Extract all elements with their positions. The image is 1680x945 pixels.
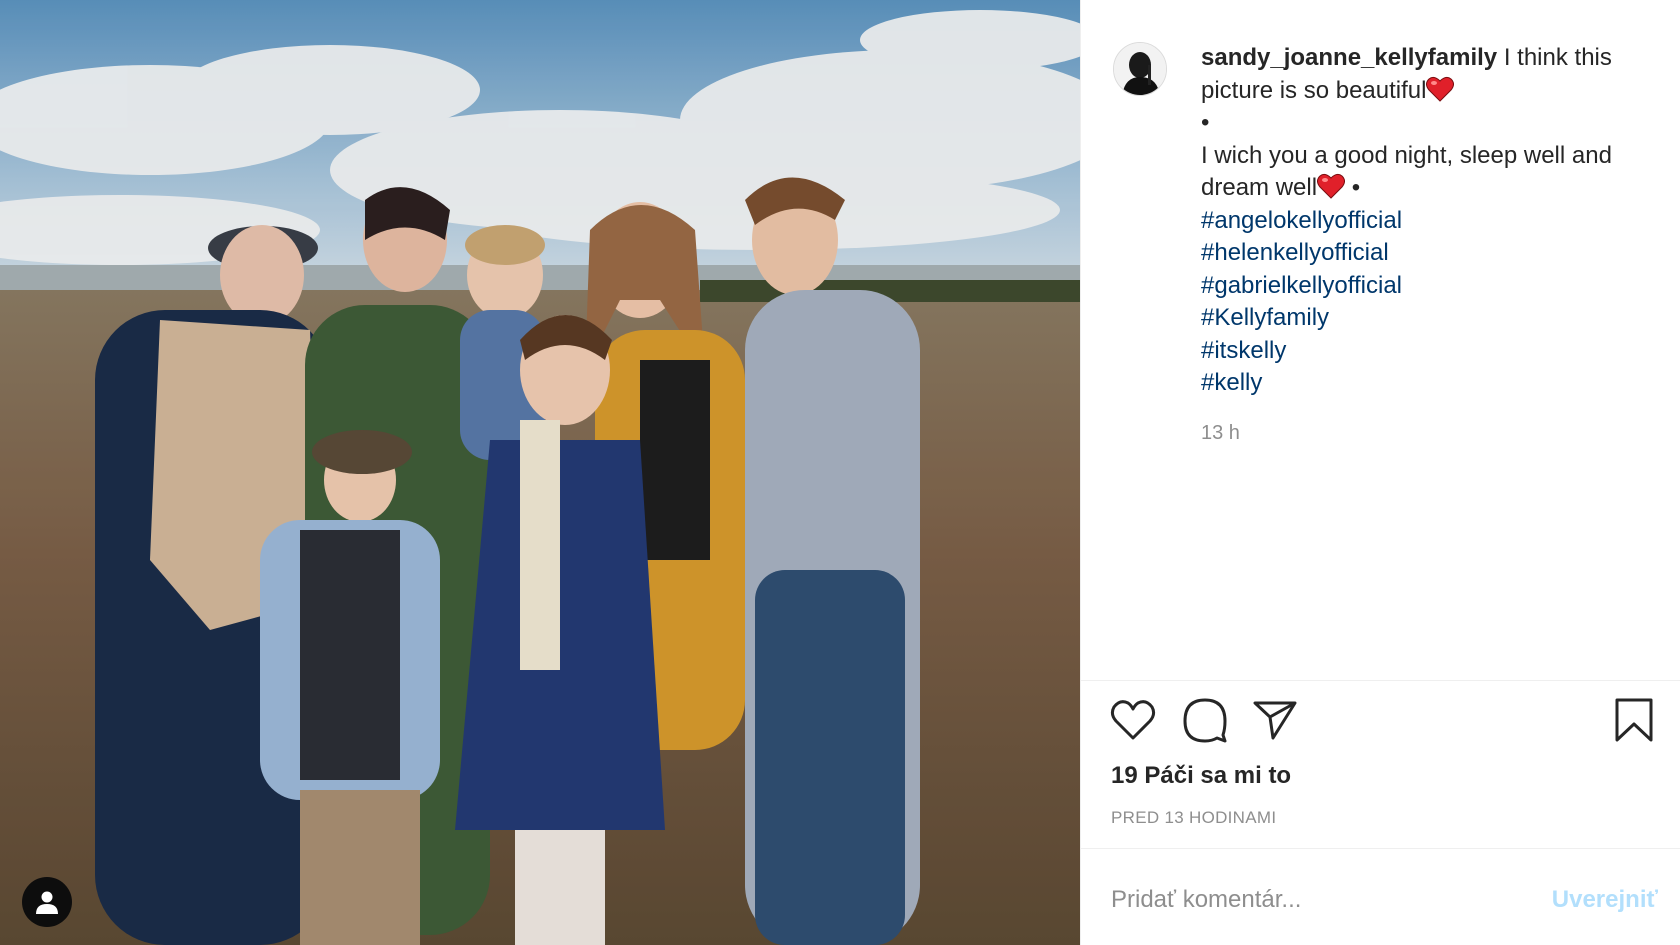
person-icon [36, 891, 58, 914]
heart-outline-icon [1110, 700, 1156, 740]
action-bar [1109, 696, 1658, 746]
paper-plane-icon [1253, 701, 1297, 740]
family-photo [0, 0, 1080, 945]
likes-count[interactable]: 19 Páči sa mi to [1111, 762, 1291, 790]
caption-username[interactable]: sandy_joanne_kellyfamily [1201, 44, 1497, 71]
caption-bullet: • [1201, 109, 1210, 136]
hashtag-link[interactable]: #Kellyfamily [1201, 302, 1621, 335]
instagram-post: sandy_joanne_kellyfamily I think this pi… [0, 0, 1680, 945]
caption-timestamp[interactable]: 13 h [1201, 422, 1240, 445]
comment-form: Uverejniť [1111, 880, 1658, 920]
heart-emoji-icon [1317, 173, 1346, 199]
tagged-users-button[interactable] [22, 877, 72, 927]
post-comment-button[interactable]: Uverejniť [1552, 886, 1658, 914]
heart-emoji-icon [1426, 76, 1455, 102]
caption-line-2-suffix: • [1345, 174, 1361, 201]
caption-line-2: I wich you a good night, sleep well and … [1201, 141, 1612, 202]
comment-bubble-icon [1183, 698, 1227, 743]
post-date: PRED 13 HODINAMI [1111, 808, 1277, 827]
comment-button[interactable] [1181, 696, 1229, 744]
hashtag-link[interactable]: #helenkellyofficial [1201, 237, 1621, 270]
hashtag-link[interactable]: #kelly [1201, 367, 1621, 400]
like-button[interactable] [1109, 696, 1157, 744]
avatar-image [1114, 43, 1166, 95]
bookmark-icon [1615, 698, 1653, 742]
caption-text: sandy_joanne_kellyfamily I think this pi… [1201, 42, 1621, 400]
caption-area: sandy_joanne_kellyfamily I think this pi… [1111, 36, 1650, 676]
hashtag-link[interactable]: #gabrielkellyofficial [1201, 270, 1621, 303]
save-button[interactable] [1610, 696, 1658, 744]
avatar[interactable] [1113, 42, 1167, 96]
share-button[interactable] [1251, 696, 1299, 744]
divider [1081, 680, 1680, 681]
post-photo[interactable] [0, 0, 1080, 945]
comment-input[interactable] [1111, 886, 1541, 914]
hashtag-link[interactable]: #angelokellyofficial [1201, 205, 1621, 238]
post-side-panel: sandy_joanne_kellyfamily I think this pi… [1080, 0, 1680, 945]
divider [1081, 848, 1680, 849]
hashtag-link[interactable]: #itskelly [1201, 335, 1621, 368]
